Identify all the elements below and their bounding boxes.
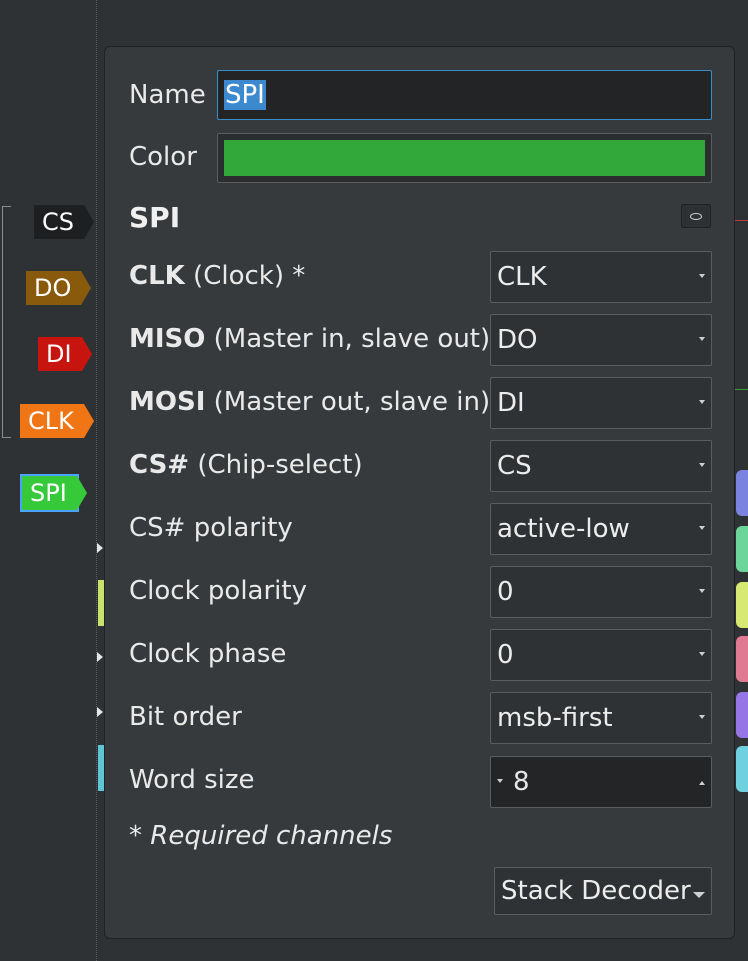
decrement-icon [497,779,503,783]
mosi-channel-select[interactable]: DI [490,377,712,429]
cs-channel-select[interactable]: CS [490,440,712,492]
chevron-down-icon [699,274,705,278]
option-label-cs-polarity: CS# polarity [129,513,293,543]
bit-order-select[interactable]: msb-first [490,692,712,744]
annotation-strip [736,582,748,628]
annotation-strip [736,692,748,738]
option-label-word-size: Word size [129,765,255,795]
clock-phase-select[interactable]: 0 [490,629,712,681]
annotation-strip [736,526,748,572]
color-swatch [224,140,705,176]
cs-polarity-select[interactable]: active-low [490,503,712,555]
channel-tag-spi[interactable]: SPI [20,474,87,512]
color-label: Color [129,142,197,172]
channel-group-bracket [2,206,11,438]
option-label-cs: CS# (Chip-select) [129,450,363,480]
channel-tag-do[interactable]: DO [26,271,92,305]
stack-decoder-button[interactable]: Stack Decoder [494,867,712,915]
chevron-down-icon [699,463,705,467]
option-label-bit-order: Bit order [129,702,242,732]
expand-arrow-icon[interactable] [97,707,103,717]
option-label-miso: MISO (Master in, slave out) [129,324,491,354]
channel-tag-clk[interactable]: CLK [20,404,94,438]
chevron-down-icon [699,337,705,341]
name-input-value: SPI [224,80,266,110]
chevron-down-icon [699,715,705,719]
channel-tag-cs[interactable]: CS [34,205,94,239]
chevron-down-icon [699,526,705,530]
annotation-strip [736,470,748,516]
option-label-mosi: MOSI (Master out, slave in) [129,387,491,417]
chevron-down-icon [699,589,705,593]
required-channels-note: * Required channels [129,821,393,851]
name-input[interactable]: SPI [217,70,712,120]
annotation-strip [736,746,748,792]
option-label-clk: CLK (Clock) * [129,261,306,291]
increment-icon [699,781,705,785]
expand-arrow-icon[interactable] [97,652,103,662]
word-size-spinbox[interactable]: 8 [490,756,712,808]
expand-arrow-icon[interactable] [97,543,103,553]
name-label: Name [129,80,206,110]
chevron-down-icon [693,892,705,898]
option-label-clock-polarity: Clock polarity [129,576,307,606]
decoder-title: SPI [129,201,181,234]
option-label-clock-phase: Clock phase [129,639,287,669]
trace-divider [96,0,97,961]
chevron-down-icon [699,652,705,656]
annotation-strip [736,636,748,682]
chevron-down-icon [699,400,705,404]
clock-polarity-select[interactable]: 0 [490,566,712,618]
eye-icon[interactable] [681,204,711,228]
clk-channel-select[interactable]: CLK [490,251,712,303]
miso-channel-select[interactable]: DO [490,314,712,366]
channel-tag-di[interactable]: DI [38,337,92,371]
color-picker-button[interactable] [217,133,712,183]
decoder-settings-popup: Name SPI Color SPI CLK (Clock) * CLK MIS… [104,46,735,939]
